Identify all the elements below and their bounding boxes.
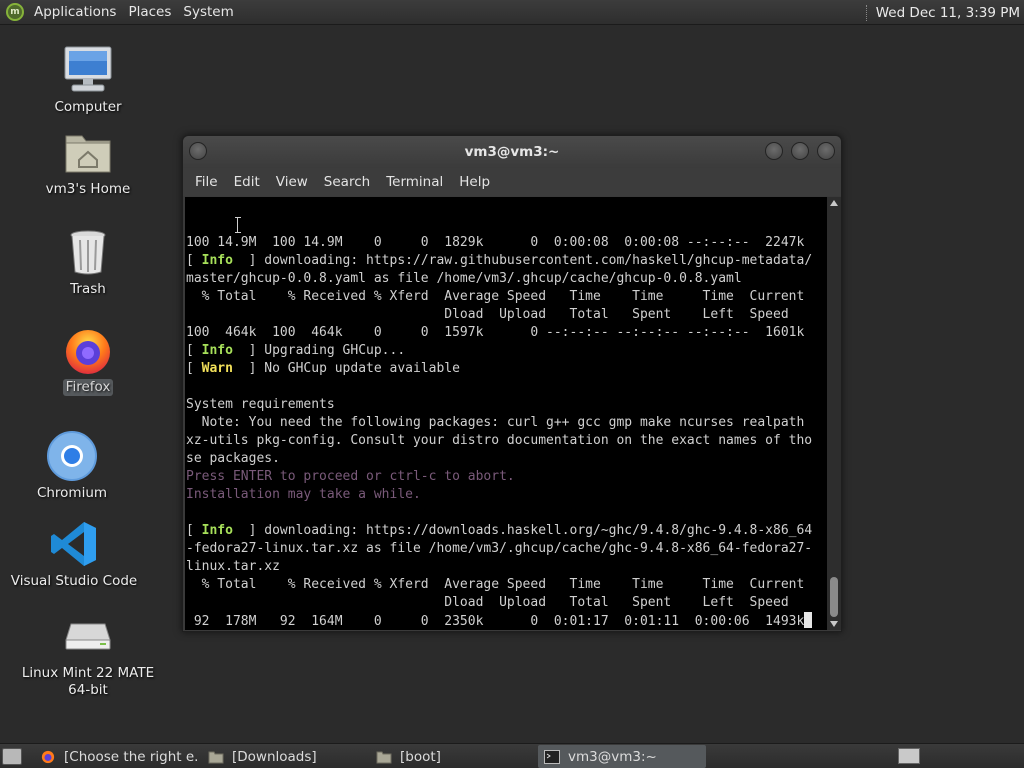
close-button[interactable] (817, 142, 835, 160)
desktop-icon-vscode[interactable]: Visual Studio Code (4, 518, 144, 590)
terminal-line: 100 14.9M 100 14.9M 0 0 1829k 0 0:00:08 … (186, 235, 805, 250)
folder-icon (376, 751, 392, 763)
desktop-icon-label: Chromium (36, 485, 108, 501)
menu-edit[interactable]: Edit (226, 174, 268, 190)
bottom-taskbar: [Choose the right e... [Downloads] [boot… (0, 743, 1024, 768)
terminal-line: [ Info ] downloading: https://downloads.… (186, 523, 813, 538)
terminal-icon (544, 749, 560, 764)
home-folder-icon (62, 126, 114, 178)
drive-icon (62, 610, 114, 662)
terminal-line: Installation may take a while. (186, 487, 421, 502)
terminal-line: % Total % Received % Xferd Average Speed… (186, 577, 805, 592)
workspace-switcher[interactable] (898, 748, 920, 764)
vscode-icon (48, 518, 100, 570)
text-cursor-ibeam-icon (235, 217, 243, 233)
panel-separator (865, 4, 868, 21)
desktop-icon-label: Trash (70, 281, 106, 297)
terminal-lines: 100 14.9M 100 14.9M 0 0 1829k 0 0:00:08 … (185, 234, 813, 630)
terminal-line: se packages. (186, 451, 280, 466)
taskbar-item-terminal[interactable]: vm3@vm3:~ (538, 745, 706, 768)
show-desktop-button[interactable] (2, 748, 22, 765)
terminal-line: 92 178M 92 164M 0 0 2350k 0 0:01:17 0:01… (186, 612, 813, 630)
terminal-window[interactable]: vm3@vm3:~ File Edit View Search Terminal… (182, 135, 842, 632)
warn-tag: Warn (201, 361, 241, 376)
terminal-line: Dload Upload Total Spent Left Speed (186, 595, 789, 610)
taskbar-item-label: [boot] (400, 748, 441, 765)
terminal-line: Dload Upload Total Spent Left Speed (186, 307, 789, 322)
taskbar-item-label: vm3@vm3:~ (568, 748, 657, 765)
scroll-up-arrow-icon[interactable] (830, 200, 838, 206)
taskbar-item-boot[interactable]: [boot] (370, 745, 534, 768)
scroll-thumb[interactable] (830, 577, 838, 617)
scroll-down-arrow-icon[interactable] (830, 621, 838, 627)
terminal-line: [ Info ] downloading: https://raw.github… (186, 253, 813, 268)
menu-help[interactable]: Help (451, 174, 498, 190)
maximize-button[interactable] (791, 142, 809, 160)
firefox-icon (62, 324, 114, 376)
top-menu: Applications Places System (30, 4, 242, 20)
info-tag: Info (201, 253, 241, 268)
label-line-1: Linux Mint 22 MATE (21, 665, 155, 681)
terminal-line: Note: You need the following packages: c… (186, 415, 805, 430)
menu-view[interactable]: View (268, 174, 316, 190)
desktop-icon-trash[interactable]: Trash (18, 226, 158, 298)
terminal-line: -fedora27-linux.tar.xz as file /home/vm3… (186, 541, 813, 556)
top-panel: m Applications Places System Wed Dec 11,… (0, 0, 1024, 25)
taskbar-item-firefox[interactable]: [Choose the right e... (34, 745, 198, 768)
terminal-line: System requirements (186, 397, 335, 412)
terminal-line: % Total % Received % Xferd Average Speed… (186, 289, 805, 304)
desktop-icon-computer[interactable]: Computer (18, 44, 158, 116)
terminal-line: linux.tar.xz (186, 559, 280, 574)
terminal-scrollbar[interactable] (827, 197, 841, 630)
taskbar-item-label: [Choose the right e... (64, 748, 198, 765)
terminal-menubar: File Edit View Search Terminal Help (183, 168, 841, 196)
taskbar-item-downloads[interactable]: [Downloads] (202, 745, 366, 768)
terminal-line: 100 464k 100 464k 0 0 1597k 0 --:--:-- -… (186, 325, 805, 340)
terminal-line: [ Info ] Upgrading GHCup... (186, 343, 406, 358)
firefox-icon (41, 750, 55, 763)
terminal-line: [ Warn ] No GHCup update available (186, 361, 460, 376)
chromium-icon (46, 430, 98, 482)
system-menu[interactable]: System (179, 4, 241, 20)
terminal-line: Press ENTER to proceed or ctrl-c to abor… (186, 469, 515, 484)
desktop-icon-home[interactable]: vm3's Home (18, 126, 158, 198)
info-tag: Info (201, 523, 241, 538)
menu-search[interactable]: Search (316, 174, 378, 190)
desktop-icon-label: Linux Mint 22 MATE 64-bit (19, 665, 157, 699)
clock[interactable]: Wed Dec 11, 3:39 PM (876, 5, 1024, 21)
desktop-icon-firefox[interactable]: Firefox (18, 324, 158, 396)
menu-terminal[interactable]: Terminal (378, 174, 451, 190)
places-menu[interactable]: Places (124, 4, 179, 20)
minimize-button[interactable] (765, 142, 783, 160)
terminal-line: xz-utils pkg-config. Consult your distro… (186, 433, 813, 448)
info-tag: Info (201, 343, 241, 358)
top-panel-right: Wed Dec 11, 3:39 PM (865, 0, 1024, 25)
desktop-icon-drive[interactable]: Linux Mint 22 MATE 64-bit (18, 610, 158, 699)
desktop-icon-label: Computer (54, 99, 122, 115)
menu-file[interactable]: File (187, 174, 226, 190)
trash-icon (62, 226, 114, 278)
label-line-2: 64-bit (68, 682, 108, 698)
applications-menu[interactable]: Applications (30, 4, 124, 20)
desktop-icon-label: Visual Studio Code (10, 573, 138, 589)
linux-mint-logo-icon[interactable]: m (6, 3, 24, 21)
terminal-line: master/ghcup-0.0.8.yaml as file /home/vm… (186, 271, 742, 286)
desktop-icon-chromium[interactable]: Chromium (2, 430, 142, 502)
computer-icon (62, 44, 114, 96)
terminal-output[interactable]: 100 14.9M 100 14.9M 0 0 1829k 0 0:00:08 … (185, 197, 827, 630)
terminal-cursor (804, 612, 813, 628)
title-bar[interactable]: vm3@vm3:~ (183, 136, 841, 168)
window-title: vm3@vm3:~ (464, 144, 560, 160)
taskbar-item-label: [Downloads] (232, 748, 317, 765)
folder-icon (208, 751, 224, 763)
desktop-icon-label: vm3's Home (45, 181, 131, 197)
desktop-icon-label: Firefox (62, 379, 114, 396)
